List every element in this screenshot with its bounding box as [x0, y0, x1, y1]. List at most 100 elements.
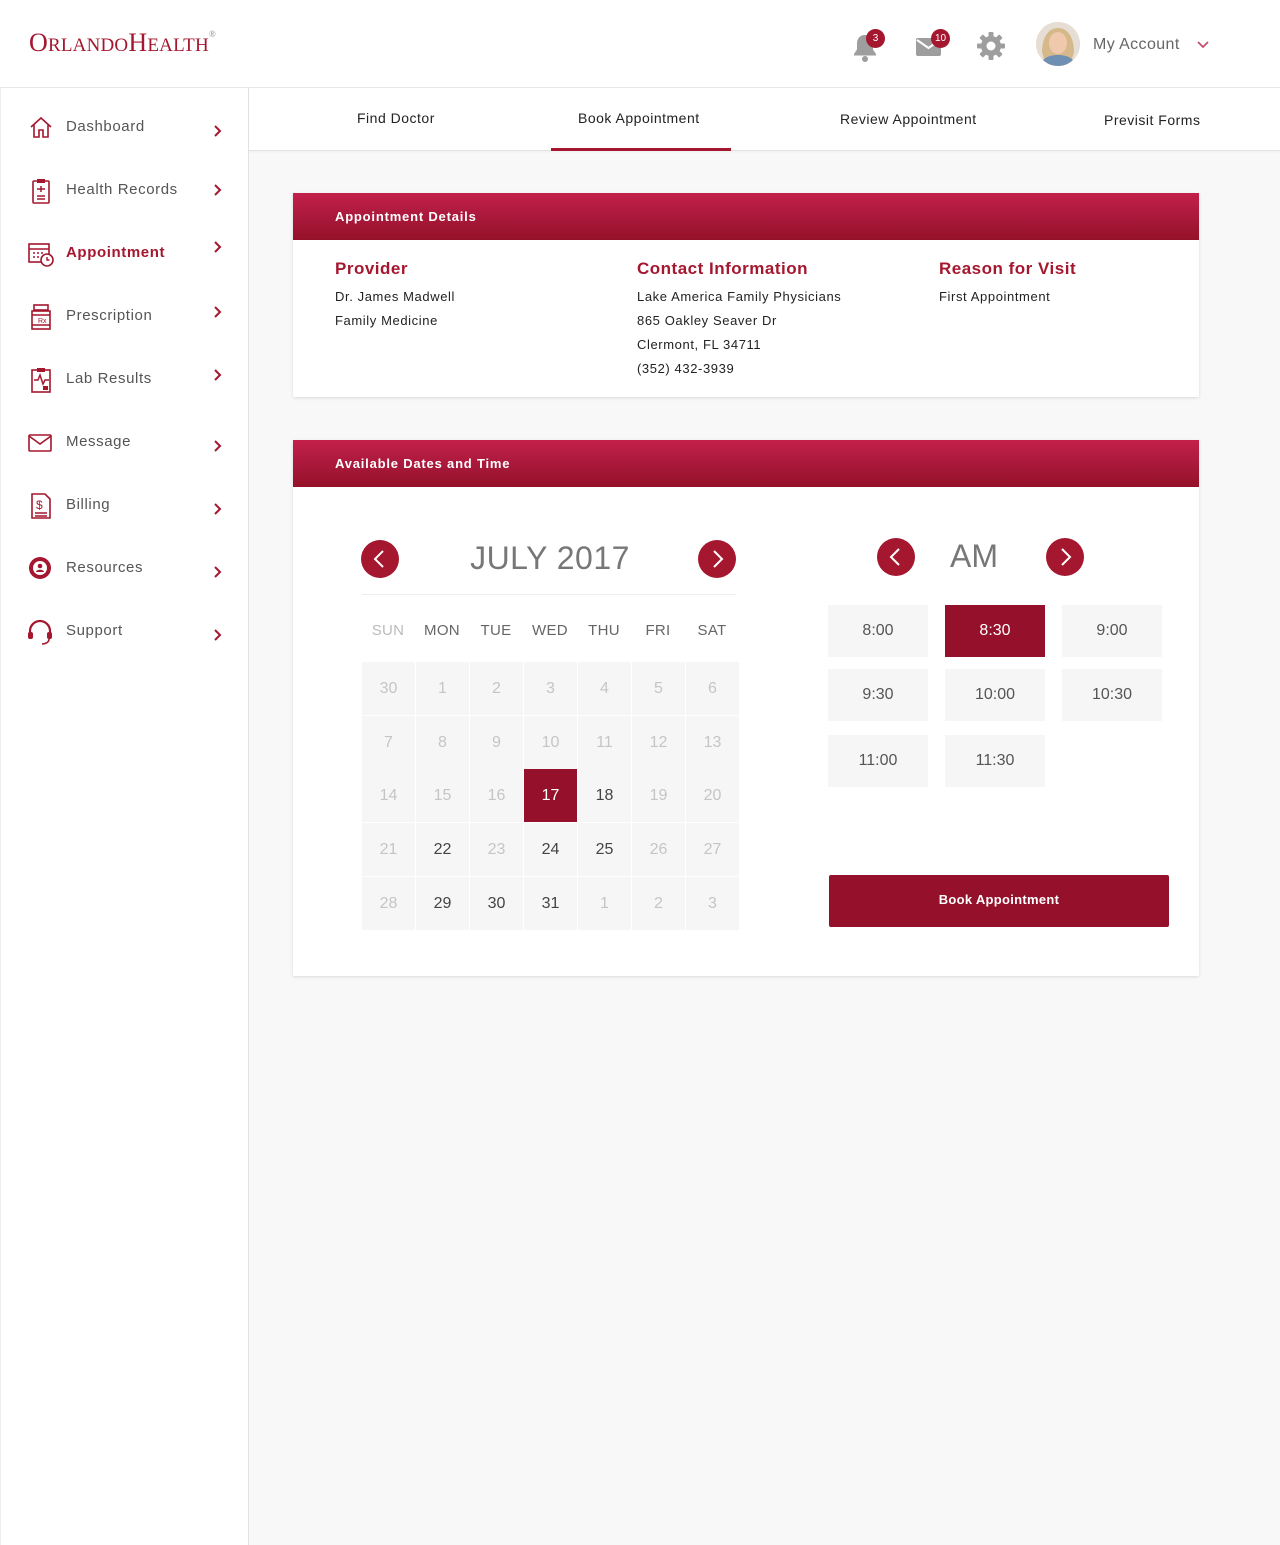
- tab-book-appointment[interactable]: Book Appointment: [578, 110, 700, 126]
- orlando-health-logo[interactable]: ORLANDOHEALTH®: [29, 28, 216, 58]
- time-slot[interactable]: 10:00: [945, 669, 1045, 721]
- street-address: 865 Oakley Seaver Dr: [637, 313, 777, 328]
- prev-period-button[interactable]: [877, 538, 915, 576]
- avatar[interactable]: [1036, 22, 1080, 66]
- sidebar-item-label: Prescription: [66, 307, 153, 324]
- tab-find-doctor[interactable]: Find Doctor: [357, 110, 435, 126]
- chevron-right-icon: [214, 566, 222, 578]
- contact-heading: Contact Information: [637, 259, 808, 278]
- sidebar-item-billing[interactable]: $ Billing: [1, 492, 249, 555]
- calendar-day[interactable]: 24: [524, 823, 577, 876]
- sidebar-item-resources[interactable]: Resources: [1, 555, 249, 618]
- calendar-divider: [362, 594, 736, 595]
- calendar-day[interactable]: 18: [578, 769, 631, 822]
- reason-heading: Reason for Visit: [939, 259, 1077, 278]
- prev-month-button[interactable]: [361, 540, 399, 578]
- calendar-day: 4: [578, 662, 631, 715]
- reason-text: First Appointment: [939, 289, 1051, 304]
- logo-letter: O: [29, 28, 48, 57]
- weekday-header: FRI: [645, 622, 671, 639]
- messages-button[interactable]: 10: [914, 29, 951, 61]
- time-slot[interactable]: 10:30: [1062, 669, 1162, 721]
- tab-review-appointment[interactable]: Review Appointment: [840, 111, 977, 127]
- messages-badge: 10: [931, 29, 951, 48]
- sidebar-item-dashboard[interactable]: Dashboard: [1, 114, 249, 177]
- registered-mark: ®: [208, 29, 216, 39]
- calendar-day: 21: [362, 823, 415, 876]
- time-slot[interactable]: 9:00: [1062, 605, 1162, 657]
- calendar-day: 1: [416, 662, 469, 715]
- calendar-day[interactable]: 29: [416, 877, 469, 930]
- chevron-left-icon: [889, 548, 900, 566]
- sidebar-item-label: Lab Results: [66, 370, 152, 387]
- home-icon: [30, 116, 52, 138]
- time-slot[interactable]: 9:30: [828, 669, 928, 721]
- period-label: AM: [950, 538, 998, 574]
- calendar-day[interactable]: 30: [470, 877, 523, 930]
- envelope-icon: [28, 434, 52, 452]
- calendar-day: 2: [632, 877, 685, 930]
- calendar-day[interactable]: 31: [524, 877, 577, 930]
- chevron-right-icon: [214, 241, 222, 253]
- sidebar-item-lab-results[interactable]: Lab Results: [1, 366, 249, 429]
- sidebar-item-appointment[interactable]: Appointment: [1, 240, 249, 303]
- sidebar-item-prescription[interactable]: Rx Prescription: [1, 303, 249, 366]
- svg-text:Rx: Rx: [38, 318, 47, 325]
- calendar-day: 3: [524, 662, 577, 715]
- chevron-right-icon: [713, 550, 724, 568]
- calendar-day: 3: [686, 877, 739, 930]
- reason-section: Reason for Visit First Appointment: [939, 259, 1076, 309]
- calendar-day: 27: [686, 823, 739, 876]
- chevron-right-icon: [214, 629, 222, 641]
- provider-name: Dr. James Madwell: [335, 289, 456, 304]
- card-header: Appointment Details: [293, 193, 1199, 240]
- sidebar-item-message[interactable]: Message: [1, 429, 249, 492]
- next-month-button[interactable]: [698, 540, 736, 578]
- contact-section: Contact Information Lake America Family …: [637, 259, 841, 381]
- practice-name: Lake America Family Physicians: [637, 289, 842, 304]
- sidebar-item-label: Appointment: [66, 244, 166, 261]
- my-account-menu[interactable]: My Account: [1093, 36, 1180, 54]
- card-header: Available Dates and Time: [293, 440, 1199, 487]
- book-appointment-button[interactable]: Book Appointment: [829, 875, 1169, 927]
- chevron-right-icon: [214, 306, 222, 318]
- chevron-right-icon: [214, 503, 222, 515]
- chevron-right-icon: [214, 184, 222, 196]
- calendar-day: 12: [632, 716, 685, 769]
- chevron-down-icon[interactable]: [1195, 36, 1211, 52]
- logo-letter: H: [128, 28, 148, 57]
- time-slot[interactable]: 11:00: [828, 735, 928, 787]
- calendar-day: 2: [470, 662, 523, 715]
- pill-bottle-icon: Rx: [31, 304, 51, 330]
- sidebar-item-support[interactable]: Support: [1, 618, 249, 681]
- calendar-day[interactable]: 25: [578, 823, 631, 876]
- tab-previsit-forms[interactable]: Previsit Forms: [1104, 112, 1200, 128]
- provider-section: Provider Dr. James Madwell Family Medici…: [335, 259, 455, 333]
- settings-button[interactable]: [976, 31, 1006, 61]
- notifications-badge: 3: [866, 29, 885, 48]
- calendar-day[interactable]: 22: [416, 823, 469, 876]
- sidebar-item-health-records[interactable]: Health Records: [1, 177, 249, 240]
- time-slot[interactable]: 11:30: [945, 735, 1045, 787]
- calendar-day: 26: [632, 823, 685, 876]
- calendar-day: 15: [416, 769, 469, 822]
- month-label: JULY 2017: [470, 540, 630, 576]
- bill-icon: $: [31, 493, 51, 519]
- resources-icon: [29, 557, 51, 579]
- time-slot-selected[interactable]: 8:30: [945, 605, 1045, 657]
- next-period-button[interactable]: [1046, 538, 1084, 576]
- calendar-day: 20: [686, 769, 739, 822]
- svg-text:$: $: [36, 498, 43, 512]
- notifications-button[interactable]: 3: [850, 29, 885, 62]
- calendar-day: 14: [362, 769, 415, 822]
- sidebar-item-label: Health Records: [66, 181, 178, 198]
- calendar-day-selected[interactable]: 17: [524, 769, 577, 822]
- chevron-left-icon: [373, 550, 384, 568]
- weekday-header: WED: [532, 622, 568, 639]
- calendar-day: 6: [686, 662, 739, 715]
- weekday-header: THU: [588, 622, 620, 639]
- calendar-clock-icon: [28, 243, 54, 267]
- time-slot[interactable]: 8:00: [828, 605, 928, 657]
- calendar-day: 1: [578, 877, 631, 930]
- calendar-day: 11: [578, 716, 631, 769]
